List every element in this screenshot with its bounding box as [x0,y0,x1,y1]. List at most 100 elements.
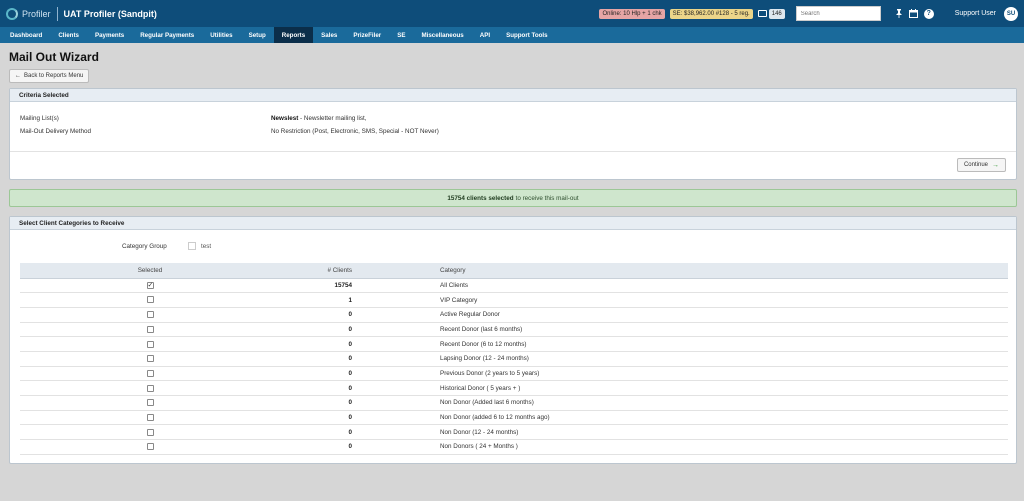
row-client-count: 0 [348,414,352,422]
row-select-checkbox[interactable] [146,428,154,436]
row-client-count: 15754 [334,281,352,289]
row-selected-cell [20,396,280,411]
row-select-checkbox[interactable] [146,369,154,377]
nav-se[interactable]: SE [389,27,413,43]
title-divider [56,6,58,21]
row-category-name: Previous Donor (2 years to 5 years) [440,369,540,377]
pin-icon[interactable] [894,9,904,19]
criteria-footer: Continue → [10,151,1016,180]
categories-heading: Select Client Categories to Receive [10,217,1016,230]
row-category-name: Lapsing Donor (12 - 24 months) [440,355,529,363]
arrow-right-icon: → [992,161,999,169]
row-select-checkbox[interactable] [146,384,154,392]
row-client-count: 0 [348,311,352,319]
table-row: 0 Non Donor (Added last 6 months) [20,396,1008,411]
row-client-count: 0 [348,355,352,363]
row-client-count: 0 [348,384,352,392]
selection-summary-text: to receive this mail-out [515,194,579,202]
online-status-badge[interactable]: Online: 10 Hlp + 1 chk [599,8,665,19]
column-category: Category [370,263,1008,279]
categories-panel: Select Client Categories to Receive Cate… [9,216,1017,464]
row-category-name: All Clients [440,281,468,289]
nav-dashboard[interactable]: Dashboard [2,27,50,43]
row-category-name: Non Donor (added 6 to 12 months ago) [440,414,550,422]
table-row: 15754 All Clients [20,278,1008,293]
delivery-method-label: Mail-Out Delivery Method [20,128,92,135]
row-select-checkbox[interactable] [146,413,154,421]
row-client-count: 0 [348,340,352,348]
row-select-checkbox[interactable] [146,340,154,348]
row-client-count: 1 [348,296,352,304]
continue-button[interactable]: Continue → [956,158,1006,172]
row-selected-cell [20,425,280,440]
row-selected-cell [20,278,280,293]
nav-sales[interactable]: Sales [313,27,345,43]
top-bar: Profiler UAT Profiler (Sandpit) Online: … [0,0,1024,27]
row-category-name: VIP Category [440,296,478,304]
categories-table: Selected # Clients Category 15754 All Cli… [20,263,1008,455]
calendar-icon[interactable] [909,9,919,19]
profiler-logo-icon [6,7,18,20]
row-category-name: Active Regular Donor [440,311,500,319]
mailing-list-label: Mailing List(s) [20,115,59,122]
row-client-count: 0 [348,443,352,451]
nav-miscellaneous[interactable]: Miscellaneous [413,27,471,43]
delivery-method-value: No Restriction (Post, Electronic, SMS, S… [271,128,439,135]
main-nav: Dashboard Clients Payments Regular Payme… [0,27,1024,43]
nav-setup[interactable]: Setup [241,27,274,43]
row-selected-cell [20,322,280,337]
row-category-name: Recent Donor (last 6 months) [440,325,523,333]
nav-reports[interactable]: Reports [273,27,314,43]
table-row: 0 Previous Donor (2 years to 5 years) [20,366,1008,381]
messages-button[interactable]: 146 [757,8,785,19]
row-selected-cell [20,351,280,366]
row-select-checkbox[interactable] [146,355,154,363]
nav-clients[interactable]: Clients [50,27,87,43]
nav-regular-payments[interactable]: Regular Payments [132,27,202,43]
row-select-checkbox[interactable] [146,399,154,407]
row-select-checkbox[interactable] [146,281,154,290]
page-title: Mail Out Wizard [9,50,99,64]
nav-prizefiler[interactable]: PrizeFiler [345,27,389,43]
arrow-left-icon: ← [15,73,21,79]
search-input[interactable] [795,6,881,21]
row-selected-cell [20,410,280,425]
brand-logo[interactable]: Profiler [6,7,51,20]
continue-label: Continue [963,162,988,168]
row-client-count: 0 [348,428,352,436]
nav-utilities[interactable]: Utilities [202,27,240,43]
row-select-checkbox[interactable] [146,311,154,319]
table-row: 0 Non Donor (added 6 to 12 months ago) [20,410,1008,425]
row-category-name: Recent Donor (6 to 12 months) [440,340,527,348]
help-icon[interactable]: ? [923,8,934,19]
table-row: 0 Historical Donor ( 5 years + ) [20,381,1008,396]
nav-support-tools[interactable]: Support Tools [498,27,555,43]
row-client-count: 0 [348,369,352,377]
avatar[interactable]: SU [1004,6,1018,21]
table-row: 0 Non Donor (12 - 24 months) [20,425,1008,440]
user-name[interactable]: Support User [955,10,996,17]
nav-api[interactable]: API [472,27,498,43]
row-category-name: Non Donor (Added last 6 months) [440,399,534,407]
criteria-panel: Criteria Selected Mailing List(s) Newsle… [9,88,1017,180]
back-to-reports-button[interactable]: ← Back to Reports Menu [9,69,90,83]
row-select-checkbox[interactable] [146,443,154,451]
table-header-row: Selected # Clients Category [20,263,1008,279]
se-status-badge[interactable]: SE: $38,962.00 #128 - 5 reg. [669,8,753,19]
back-button-label: Back to Reports Menu [24,73,84,79]
selected-count: 15754 clients selected [447,194,514,202]
row-category-name: Historical Donor ( 5 years + ) [440,384,521,392]
table-row: 0 Active Regular Donor [20,307,1008,323]
messages-count-badge: 146 [768,8,785,19]
row-selected-cell [20,293,280,308]
column-clients: # Clients [280,263,370,279]
row-select-checkbox[interactable] [146,325,154,333]
row-select-checkbox[interactable] [146,296,154,304]
category-group-test-checkbox[interactable] [188,242,196,250]
criteria-heading: Criteria Selected [10,89,1016,102]
brand-name: Profiler [22,8,51,19]
mailing-list-desc: - Newsletter mailing list, [298,115,367,122]
table-row: 0 Lapsing Donor (12 - 24 months) [20,351,1008,367]
row-client-count: 0 [348,399,352,407]
nav-payments[interactable]: Payments [87,27,132,43]
